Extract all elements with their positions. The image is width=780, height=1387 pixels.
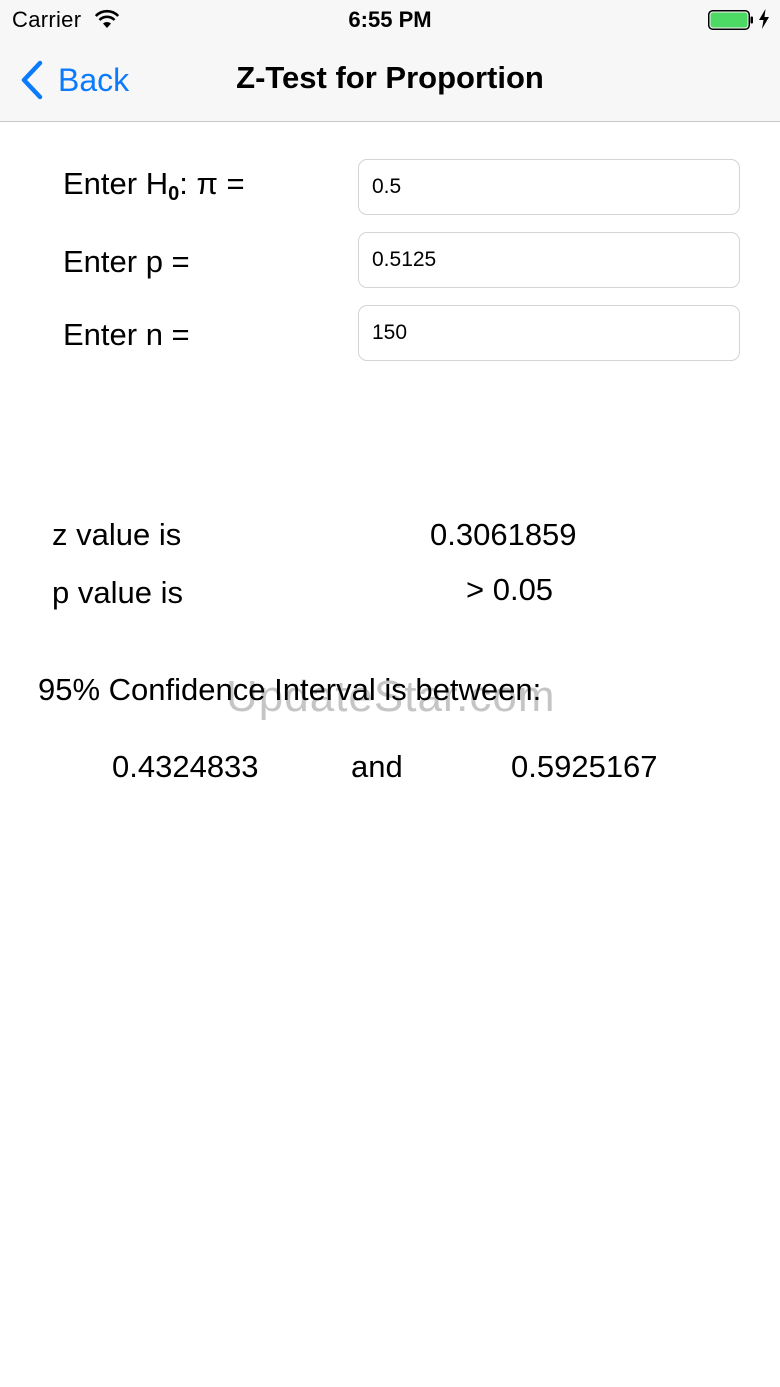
confidence-interval-heading: 95% Confidence Interval is between: [38,672,542,707]
h0-label-subscript: 0 [168,183,180,205]
n-label: Enter n = [63,317,190,352]
charging-icon [759,9,769,29]
h0-label-suffix: : π = [179,166,245,201]
status-bar: Carrier 6:55 PM [0,0,780,40]
z-value: 0.3061859 [430,517,577,552]
ci-connector: and [351,749,403,784]
z-value-label: z value is [52,517,182,552]
h0-input[interactable] [358,159,740,215]
page-title: Z-Test for Proportion [236,60,544,95]
h0-label: Enter H0: π = [63,166,245,206]
clock: 6:55 PM [348,7,432,32]
p-value: > 0.05 [466,572,554,607]
ci-lower-bound: 0.4324833 [112,749,259,784]
p-label: Enter p = [63,244,190,279]
p-value-label: p value is [52,575,183,610]
battery-icon [708,10,753,30]
p-input[interactable] [358,232,740,288]
h0-label-prefix: Enter H [63,166,169,201]
ci-upper-bound: 0.5925167 [511,749,658,784]
navigation-bar: Back Z-Test for Proportion [0,40,780,122]
n-input[interactable] [358,305,740,361]
screen: Carrier 6:55 PM Back Z-Test for Proporti… [0,0,780,1387]
